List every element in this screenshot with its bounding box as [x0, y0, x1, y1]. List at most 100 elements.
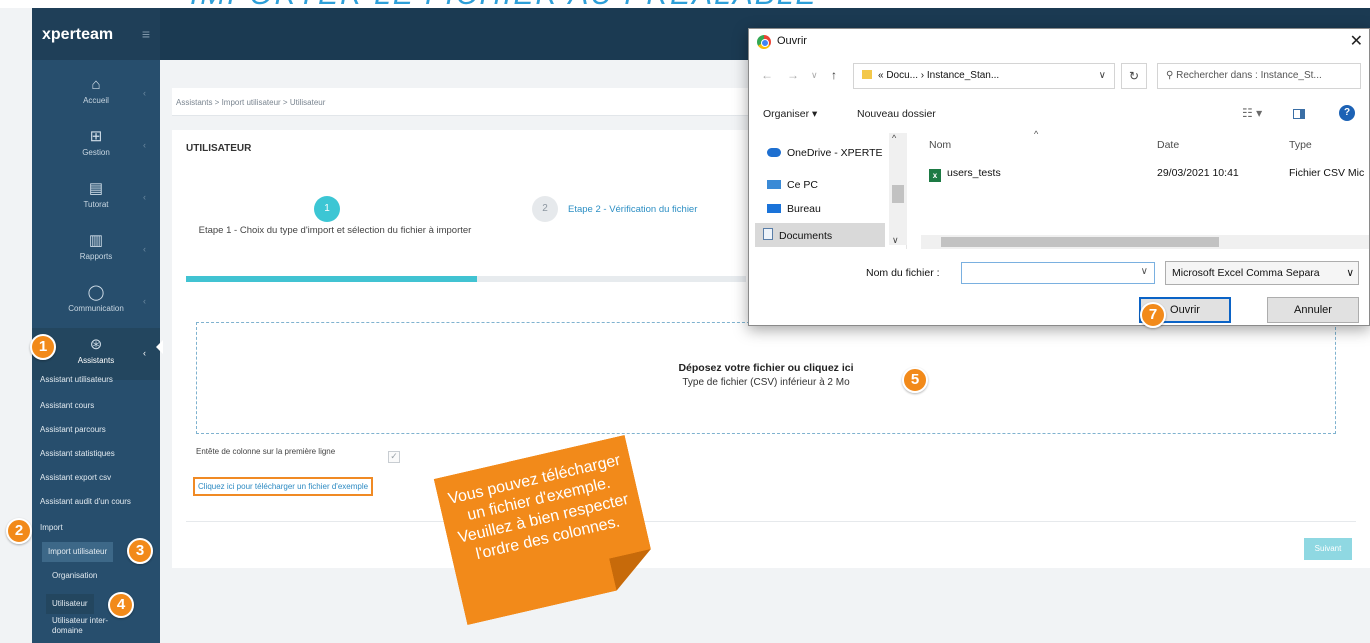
page-title: IMPORTER LE FICHIER AU PREALABLE: [190, 0, 817, 8]
preview-pane-icon[interactable]: [1293, 109, 1305, 119]
nav-desktop[interactable]: Bureau: [767, 203, 821, 215]
sidebar-item-organisation[interactable]: Organisation: [52, 566, 97, 586]
sidebar-item-utilisateur[interactable]: Utilisateur: [46, 594, 94, 614]
grid-icon: ⊞: [89, 128, 103, 145]
chevron-left-icon: ‹: [143, 140, 146, 150]
nav-communication[interactable]: ◯ Communication ‹: [32, 276, 160, 328]
cancel-button[interactable]: Annuler: [1267, 297, 1359, 323]
card-title: UTILISATEUR: [186, 143, 252, 154]
computer-icon: [767, 180, 781, 189]
sidebar-item-assistant-audit[interactable]: Assistant audit d'un cours: [40, 492, 131, 512]
scroll-down-icon[interactable]: ∨: [892, 235, 899, 246]
organize-button[interactable]: Organiser ▾: [763, 108, 817, 120]
column-name[interactable]: Nom: [929, 139, 951, 151]
chevron-left-icon: ‹: [143, 244, 146, 254]
column-type[interactable]: Type: [1289, 139, 1312, 151]
step-1-label: Etape 1 - Choix du type d'import et séle…: [198, 225, 472, 236]
close-icon[interactable]: ✕: [1350, 31, 1363, 51]
desktop-icon: [767, 204, 781, 213]
callout-badge-4: 4: [108, 592, 134, 618]
nav-label: Assistants: [77, 356, 115, 365]
hamburger-icon[interactable]: ≡: [142, 26, 150, 42]
sidebar-item-assistant-export-csv[interactable]: Assistant export csv: [40, 468, 111, 488]
sidebar-item-utilisateur-inter-domaine[interactable]: Utilisateur inter-domaine: [52, 616, 132, 636]
h-scroll-thumb[interactable]: [941, 237, 1219, 247]
navigation-pane: OneDrive - XPERTE Ce PC Bureau Documents: [749, 133, 907, 249]
column-date[interactable]: Date: [1157, 139, 1179, 151]
file-date: 29/03/2021 10:41: [1157, 167, 1239, 179]
top-strip: IMPORTER LE FICHIER AU PREALABLE: [0, 0, 1370, 8]
nav-label: Accueil: [83, 96, 109, 105]
brand-name: xperteam: [42, 26, 114, 43]
step-2-label: Etape 2 - Vérification du fichier: [568, 204, 698, 215]
nav-label: Gestion: [82, 148, 110, 157]
forward-arrow-icon[interactable]: →: [787, 68, 799, 82]
chevron-down-icon[interactable]: ∨: [1099, 64, 1106, 88]
chevron-down-icon: ∨: [1344, 262, 1354, 284]
folder-icon: [862, 70, 872, 79]
nav-accueil[interactable]: ⌂ Accueil ‹: [32, 68, 160, 120]
up-arrow-icon[interactable]: ↑: [831, 68, 837, 82]
file-type: Fichier CSV Mic: [1289, 167, 1365, 179]
sidebar-item-assistant-statistiques[interactable]: Assistant statistiques: [40, 444, 115, 464]
nav-scrollbar[interactable]: [889, 133, 907, 245]
callout-badge-1: 1: [30, 334, 56, 360]
header-row-label: Entête de colonne sur la première ligne: [196, 447, 336, 456]
address-path: « Docu... › Instance_Stan...: [878, 70, 1000, 81]
nav-desktop-label: Bureau: [787, 203, 821, 215]
nav-this-pc[interactable]: Ce PC: [767, 179, 818, 191]
view-options-icon[interactable]: ☷ ▾: [1242, 106, 1262, 120]
dialog-titlebar: Ouvrir ✕: [749, 29, 1369, 55]
help-icon[interactable]: ?: [1339, 105, 1355, 121]
header-row-checkbox[interactable]: ✓: [388, 451, 400, 463]
nav-rapports[interactable]: ▥ Rapports ‹: [32, 224, 160, 276]
back-arrow-icon[interactable]: ←: [761, 68, 773, 82]
chat-icon: ◯: [87, 284, 105, 301]
files-h-scrollbar[interactable]: [921, 235, 1369, 249]
sidebar-item-assistant-parcours[interactable]: Assistant parcours: [40, 420, 106, 440]
chevron-left-icon: ‹: [143, 88, 146, 98]
filename-input[interactable]: ∨: [961, 262, 1155, 284]
next-button[interactable]: Suivant: [1304, 538, 1352, 560]
nav-tutorat[interactable]: ▤ Tutorat ‹: [32, 172, 160, 224]
chevron-left-icon: ‹: [143, 348, 146, 358]
callout-badge-7: 7: [1140, 302, 1166, 328]
sidebar-item-import-utilisateur[interactable]: Import utilisateur: [42, 542, 114, 562]
address-bar[interactable]: « Docu... › Instance_Stan... ∨: [853, 63, 1115, 89]
scroll-up-icon[interactable]: ^: [892, 133, 896, 143]
file-name: users_tests: [947, 167, 1001, 179]
nav-gestion[interactable]: ⊞ Gestion ‹: [32, 120, 160, 172]
lifebuoy-icon: ⊛: [89, 336, 103, 353]
history-dropdown-icon[interactable]: ∨: [811, 70, 818, 81]
refresh-icon[interactable]: ↻: [1121, 63, 1147, 89]
cloud-icon: [767, 148, 781, 157]
callout-badge-3: 3: [127, 538, 153, 564]
new-folder-button[interactable]: Nouveau dossier: [857, 108, 936, 120]
sidebar-item-import[interactable]: Import: [40, 518, 63, 538]
step-1-indicator: 1: [314, 196, 340, 222]
nav-label: Tutorat: [83, 200, 109, 209]
file-type-select[interactable]: Microsoft Excel Comma Separa ∨: [1165, 261, 1359, 285]
sample-file-link[interactable]: Cliquez ici pour télécharger un fichier …: [193, 477, 374, 496]
callout-badge-5: 5: [902, 367, 928, 393]
brand-logo[interactable]: xperteam ≡: [32, 8, 160, 60]
dialog-navbar: ← → ∨ ↑ « Docu... › Instance_Stan... ∨ ↻…: [749, 59, 1369, 93]
scroll-thumb[interactable]: [892, 185, 904, 203]
search-input[interactable]: ⚲ Rechercher dans : Instance_St...: [1157, 63, 1361, 89]
chevron-down-icon[interactable]: ∨: [1141, 266, 1148, 277]
progress-fill: [186, 276, 478, 282]
home-icon: ⌂: [91, 76, 101, 93]
file-row[interactable]: x users_tests: [929, 167, 1001, 182]
nav-this-pc-label: Ce PC: [787, 179, 818, 191]
search-placeholder: Rechercher dans : Instance_St...: [1176, 70, 1322, 81]
excel-icon: x: [929, 169, 941, 182]
nav-onedrive[interactable]: OneDrive - XPERTE: [767, 147, 883, 159]
sidebar-item-assistant-utilisateurs[interactable]: Assistant utilisateurs: [40, 370, 113, 390]
dialog-toolbar: Organiser ▾ Nouveau dossier ☷ ▾ ?: [749, 101, 1369, 127]
search-icon: ⚲: [1166, 70, 1174, 81]
nav-documents-label: Documents: [779, 230, 833, 242]
callout-badge-2: 2: [6, 518, 32, 544]
nav-documents[interactable]: Documents: [755, 223, 885, 247]
sidebar-item-assistant-cours[interactable]: Assistant cours: [40, 396, 94, 416]
nav-onedrive-label: OneDrive - XPERTE: [787, 147, 883, 159]
